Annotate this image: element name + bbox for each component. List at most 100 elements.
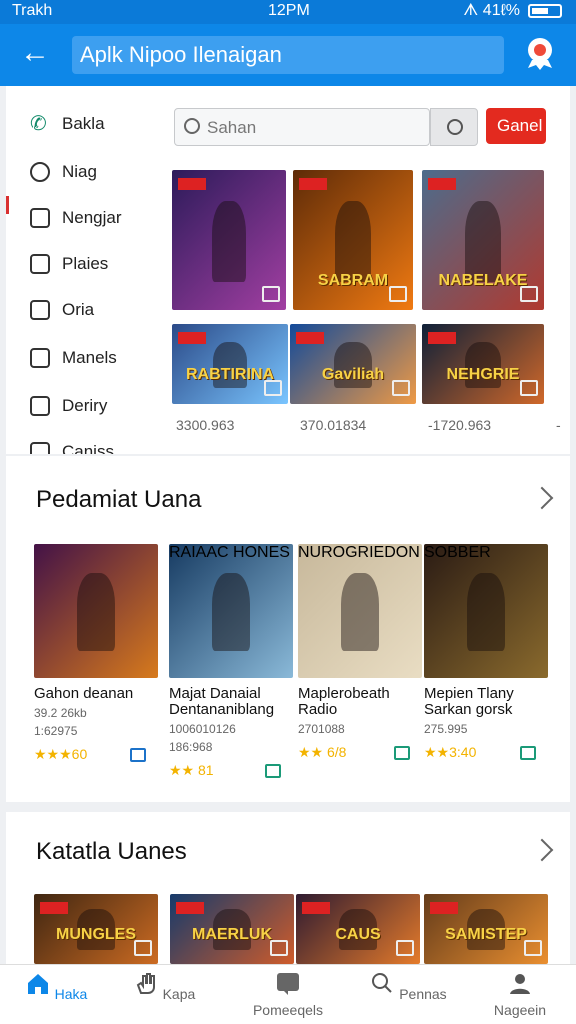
active-indicator <box>6 196 9 214</box>
corner-icon <box>520 286 538 302</box>
search-button[interactable] <box>430 108 478 146</box>
count-4: - <box>556 417 561 433</box>
game-tile[interactable]: MAERLUK <box>170 894 294 964</box>
section-title: Pedamiat Uana <box>36 486 202 513</box>
sidebar-item-caniss[interactable]: Caniss <box>30 438 114 454</box>
game-card[interactable]: NUROGRIEDON Maplerobeath Radio 2701088 ★★ 6/… <box>298 544 422 761</box>
game-card[interactable]: Gahon deanan 39.2 26kb 1:62975 ★★★60 <box>34 544 158 763</box>
carrier-label: Trakh <box>12 2 53 19</box>
status-bar: Trakh 12PM ᗑ 41ℓ% <box>0 0 576 24</box>
rating-text: ★★ 6/8 <box>298 744 347 760</box>
game-art-title: NUROGRIEDON <box>298 544 420 561</box>
game-meta-secondary: 1:62975 <box>34 724 78 738</box>
app-bar: ← Aplk Nipoo Ilenaigan <box>0 24 576 86</box>
featured-game-tile[interactable]: Gaviliah <box>290 324 416 404</box>
game-name-line2: Radio <box>298 701 338 718</box>
game-card[interactable]: SOBBER Mepien Tlany Sarkan gorsk 275.995 ★★3… <box>424 544 548 761</box>
game-art: SOBBER <box>424 544 548 678</box>
game-meta-secondary: 186:968 <box>169 740 213 754</box>
download-icon[interactable] <box>394 745 410 760</box>
tag-badge <box>178 178 206 190</box>
phone-icon: ✆ <box>30 113 47 135</box>
game-art <box>34 544 158 678</box>
sidebar-item-label: Deriry <box>62 396 108 415</box>
nav-kapa[interactable]: Kapa <box>124 971 204 1002</box>
sidebar-item-plaies[interactable]: Plaies <box>30 250 108 278</box>
game-tile[interactable]: SAMISTEP <box>424 894 548 964</box>
character-figure <box>335 200 371 282</box>
character-figure <box>211 200 247 282</box>
sidebar-item-label: Caniss <box>62 442 114 454</box>
mail-icon <box>30 396 50 416</box>
download-icon[interactable] <box>520 745 536 760</box>
nav-haka[interactable]: Haka <box>16 971 96 1002</box>
featured-game-tile[interactable]: NABELAKE <box>422 170 544 310</box>
featured-game-tile[interactable] <box>172 170 286 310</box>
game-art-title: RAIAAC HONES <box>169 544 290 561</box>
game-name-line2: Sarkan gorsk <box>424 701 513 718</box>
game-card[interactable]: RAIAAC HONES Majat Danaial Dentananiblang 1… <box>169 544 293 779</box>
sidebar-item-manels[interactable]: Manels <box>30 344 117 372</box>
game-meta: 2701088 <box>298 722 345 736</box>
badge-icon[interactable] <box>524 36 556 70</box>
search-icon <box>372 973 393 993</box>
message-icon <box>277 973 299 995</box>
sidebar-item-bakla[interactable]: ✆ Bakla <box>30 110 105 138</box>
game-tile[interactable]: CAUS <box>296 894 420 964</box>
clock: 12PM <box>268 2 310 19</box>
tag-badge <box>302 902 330 914</box>
corner-icon <box>262 286 280 302</box>
section-title: Katatla Uanes <box>36 838 187 865</box>
sidebar-item-label: Bakla <box>62 114 105 133</box>
corner-icon <box>524 940 542 956</box>
game-name: Mepien Tlany <box>424 685 514 702</box>
tag-badge <box>430 902 458 914</box>
game-name: Gahon deanan <box>34 685 134 702</box>
nav-pennas[interactable]: Pennas <box>368 971 448 1002</box>
nav-nageein[interactable]: Nageein <box>480 971 560 1018</box>
battery-icon <box>528 4 562 18</box>
game-meta: 1006010126 <box>169 722 236 736</box>
chevron-right-icon[interactable] <box>530 486 554 510</box>
sidebar-item-nengjar[interactable]: Nengjar <box>30 204 122 232</box>
count-2: 370.01834 <box>300 417 367 433</box>
game-name-line2: Dentananiblang <box>169 701 275 718</box>
character-figure <box>464 200 502 282</box>
character-figure <box>77 573 115 652</box>
cancel-button[interactable]: Ganel <box>486 108 546 144</box>
download-icon[interactable] <box>265 763 281 778</box>
tag-badge <box>428 332 456 344</box>
sidebar-item-deriry[interactable]: Deriry <box>30 392 107 420</box>
tag-badge <box>296 332 324 344</box>
back-arrow-icon[interactable]: ← <box>20 38 54 72</box>
count-3: -1720.963 <box>428 417 492 433</box>
featured-game-tile[interactable]: SABRAM <box>293 170 413 310</box>
nav-label: Haka <box>54 986 88 1002</box>
sidebar-item-label: Nengjar <box>62 208 122 227</box>
download-icon[interactable] <box>130 747 146 762</box>
featured-game-tile[interactable]: RABTIRINA <box>172 324 288 404</box>
list-icon <box>30 348 50 368</box>
sidebar-item-niag[interactable]: Niag <box>30 158 97 186</box>
tag-badge <box>176 902 204 914</box>
game-meta: 275.995 <box>424 722 468 736</box>
game-art-title: SOBBER <box>424 544 491 561</box>
corner-icon <box>520 380 538 396</box>
nav-pomeeqels[interactable]: Pomeeqels <box>248 971 328 1018</box>
nav-label: Pomeeqels <box>252 1002 324 1018</box>
corner-icon <box>134 940 152 956</box>
chevron-right-icon[interactable] <box>530 838 554 862</box>
tag-badge <box>428 178 456 190</box>
game-rating: ★★ 6/8 <box>298 744 410 761</box>
count-1: 3300.963 <box>176 417 235 433</box>
featured-game-tile[interactable]: NEHGRIE <box>422 324 544 404</box>
search-input[interactable]: Sahan <box>174 108 430 146</box>
tag-badge <box>299 178 327 190</box>
card-icon <box>30 208 50 228</box>
game-name: Majat Danaial <box>169 685 261 702</box>
home-icon <box>27 974 48 994</box>
game-tile[interactable]: MUNGLES <box>34 894 158 964</box>
profile-icon <box>510 974 530 994</box>
rating-text: ★★ 81 <box>169 762 214 778</box>
sidebar-item-oria[interactable]: Oria <box>30 296 94 324</box>
